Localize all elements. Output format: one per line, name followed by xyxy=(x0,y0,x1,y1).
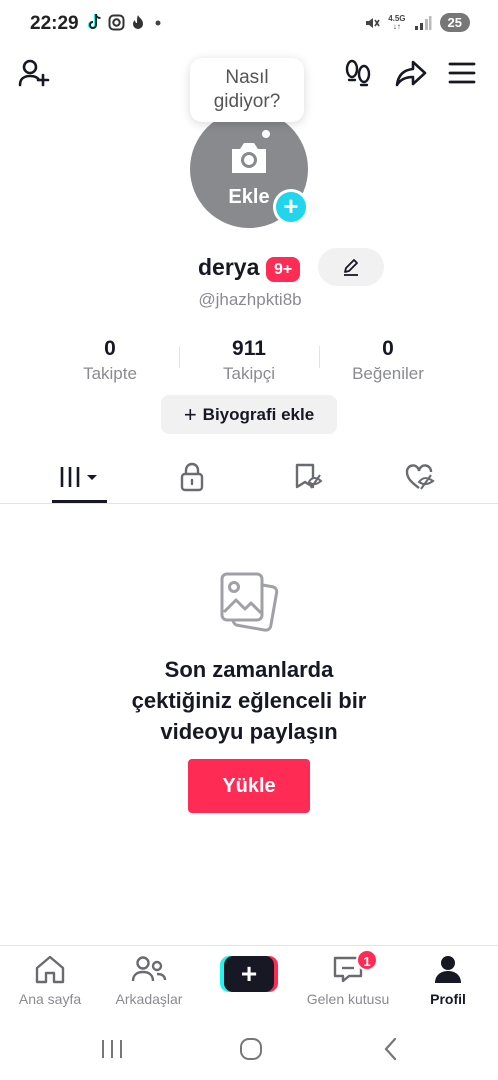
profile-tabs xyxy=(0,450,498,504)
tooltip-line-1: Nasıl xyxy=(225,67,269,88)
profile-stats: 0 Takipte 911 Takipçi 0 Beğeniler xyxy=(0,336,498,386)
nav-home-label: Ana sayfa xyxy=(18,991,82,1007)
back-icon xyxy=(384,1037,397,1061)
tiktok-icon xyxy=(87,13,101,30)
add-bio-button[interactable]: + Biyografi ekle xyxy=(161,395,337,434)
nav-home[interactable]: Ana sayfa xyxy=(0,954,100,1007)
empty-state-message: Son zamanlarda çektiğiniz eğlenceli bir … xyxy=(0,654,498,747)
username: derya xyxy=(198,254,260,280)
username-row: derya 9+ xyxy=(0,248,498,288)
status-app-icons xyxy=(86,13,165,31)
battery-indicator: 25 xyxy=(439,13,470,32)
network-indicator: 4.5G ↓↑ xyxy=(388,14,405,31)
share-icon[interactable] xyxy=(393,55,429,91)
nav-friends[interactable]: Arkadaşlar xyxy=(99,954,199,1007)
camera-icon xyxy=(232,143,266,173)
tab-private[interactable] xyxy=(130,450,254,503)
network-arrows: ↓↑ xyxy=(392,21,401,31)
profile-icon xyxy=(435,956,461,983)
back-button[interactable] xyxy=(371,1034,411,1064)
tooltip-bubble: Nasıl gidiyor? xyxy=(190,58,304,122)
stat-divider xyxy=(179,346,180,368)
create-button[interactable]: + xyxy=(220,956,278,992)
dot-icon xyxy=(155,20,161,25)
empty-state: Son zamanlarda çektiğiniz eğlenceli bir … xyxy=(0,560,498,747)
pencil-icon xyxy=(344,259,358,276)
upload-button[interactable]: Yükle xyxy=(188,759,310,813)
status-bar: 22:29 4.5G ↓↑ 25 xyxy=(0,0,498,48)
notification-badge[interactable]: 9+ xyxy=(266,257,301,282)
nav-profile[interactable]: Profil xyxy=(398,954,498,1007)
stat-label: Takipçi xyxy=(223,364,275,383)
stat-likes[interactable]: 0 Beğeniler xyxy=(328,336,448,386)
add-bio-label: Biyografi ekle xyxy=(202,404,315,424)
empty-line-3: videoyu paylaşın xyxy=(160,719,338,744)
stat-label: Beğeniler xyxy=(352,364,424,383)
tinder-icon xyxy=(133,14,143,29)
tab-favorites[interactable] xyxy=(246,450,370,503)
edit-profile-button[interactable] xyxy=(318,248,384,286)
status-time: 22:29 xyxy=(30,13,79,34)
tab-liked[interactable] xyxy=(358,450,482,503)
nav-inbox-label: Gelen kutusu xyxy=(306,991,390,1007)
lock-icon xyxy=(180,462,204,491)
nav-profile-label: Profil xyxy=(430,991,466,1007)
mute-icon xyxy=(366,17,380,28)
home-icon xyxy=(35,955,65,984)
recent-apps-icon xyxy=(102,1040,122,1058)
stat-label: Takipte xyxy=(83,364,137,383)
home-circle-icon xyxy=(240,1038,262,1060)
friends-icon xyxy=(131,956,167,982)
nav-inbox[interactable]: Gelen kutusu xyxy=(298,954,398,1007)
liked-icon xyxy=(405,463,435,490)
stat-value: 911 xyxy=(232,337,266,360)
footprints-icon[interactable] xyxy=(340,55,376,91)
empty-line-2: çektiğiniz eğlenceli bir xyxy=(131,688,367,713)
instagram-icon xyxy=(108,14,125,30)
home-system-button[interactable] xyxy=(231,1034,271,1064)
active-tab-indicator xyxy=(52,500,107,503)
empty-line-1: Son zamanlarda xyxy=(164,657,334,682)
stat-value: 0 xyxy=(104,337,116,360)
photos-icon xyxy=(220,572,279,632)
favorites-icon xyxy=(295,463,323,489)
recent-apps-button[interactable] xyxy=(92,1034,132,1064)
avatar-add-button[interactable]: + xyxy=(273,189,309,225)
create-icon: + xyxy=(224,956,274,992)
menu-icon[interactable] xyxy=(444,55,480,91)
tooltip-tail xyxy=(262,130,270,138)
plus-icon: + xyxy=(183,401,197,427)
nav-friends-label: Arkadaşlar xyxy=(115,991,183,1007)
inbox-badge: 1 xyxy=(356,949,378,971)
system-nav-bar xyxy=(0,1028,498,1068)
stat-following[interactable]: 0 Takipte xyxy=(50,336,170,386)
stat-followers[interactable]: 911 Takipçi xyxy=(189,336,309,386)
stat-divider xyxy=(319,346,320,368)
add-friend-icon[interactable] xyxy=(16,55,52,91)
user-handle: @jhazhpkti8b xyxy=(198,290,302,309)
stat-value: 0 xyxy=(382,337,394,360)
bottom-nav: Ana sayfa Arkadaşlar + Gelen kutusu 1 Pr… xyxy=(0,945,498,1013)
status-right: 4.5G ↓↑ 25 xyxy=(364,13,470,32)
signal-icon xyxy=(414,15,432,30)
tab-videos[interactable] xyxy=(17,450,141,503)
tooltip-line-2: gidiyor? xyxy=(213,91,281,112)
videos-grid-icon xyxy=(60,466,97,487)
